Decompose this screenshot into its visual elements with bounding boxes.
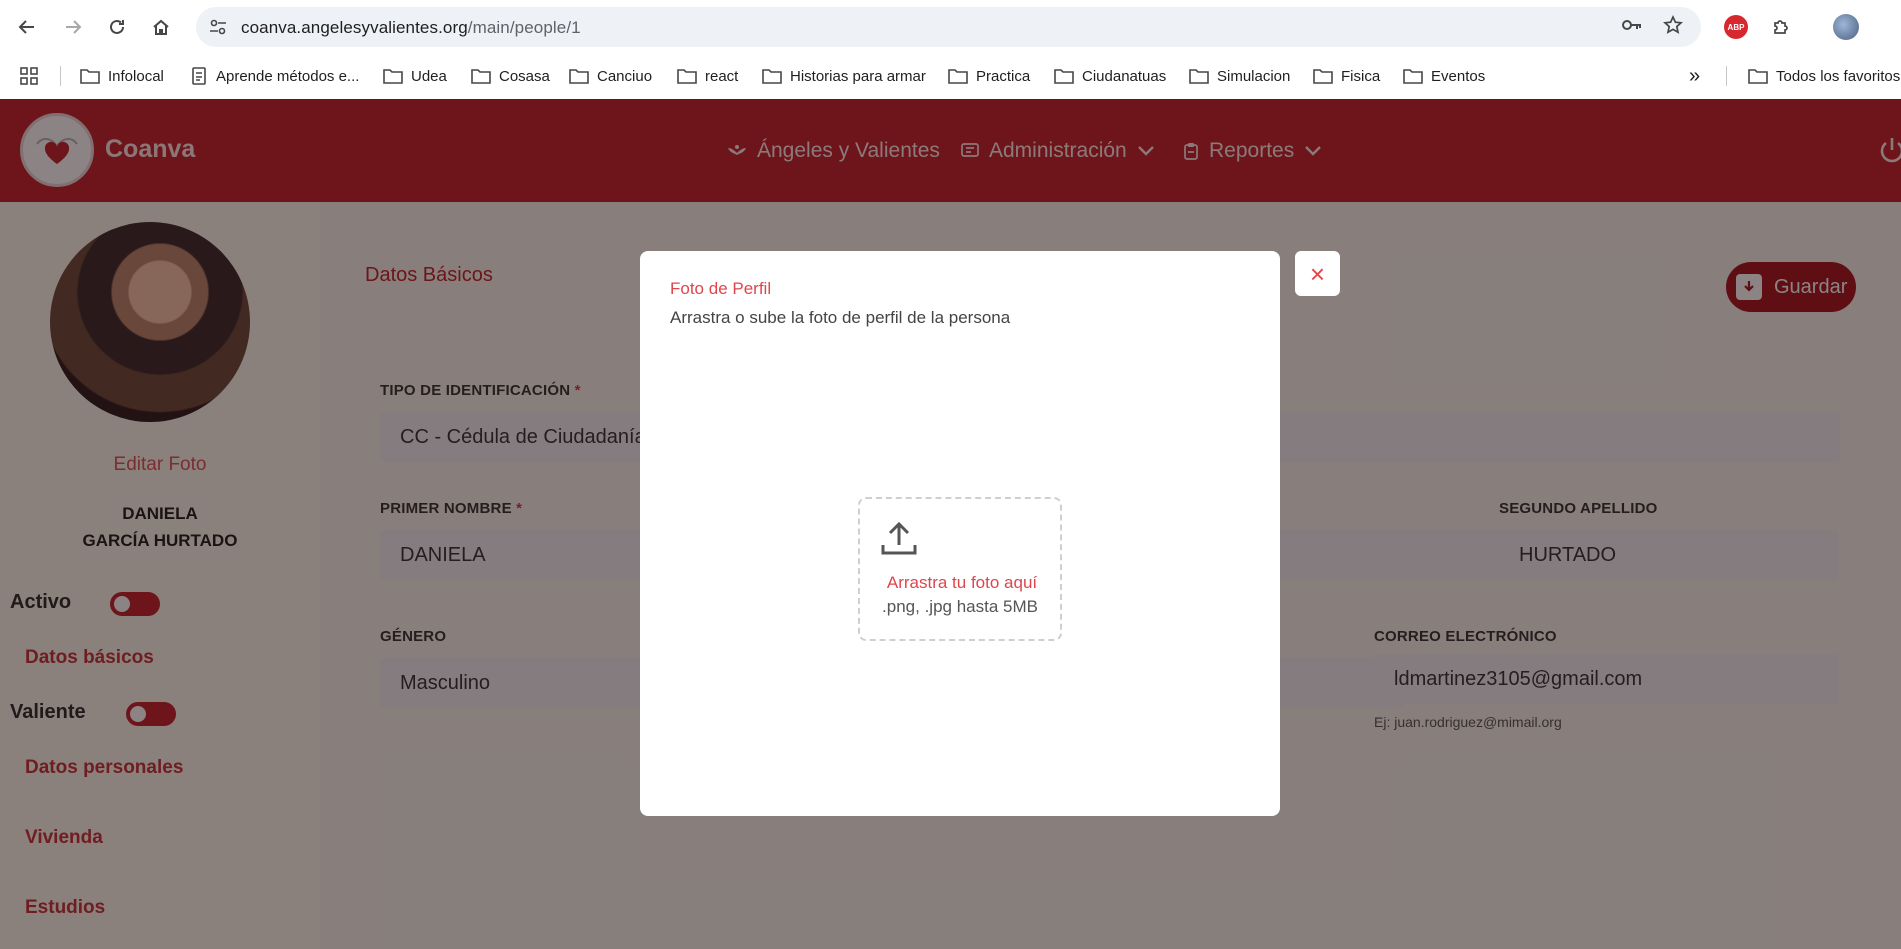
bookmark-label: Simulacion [1217, 67, 1291, 85]
folder-icon [80, 69, 100, 84]
bookmark-label: Fisica [1341, 67, 1381, 85]
url-text: coanva.angelesyvalientes.org/main/people… [241, 18, 581, 38]
reload-icon[interactable] [104, 14, 130, 40]
all-bookmarks-label: Todos los favoritos [1776, 67, 1901, 85]
bookmarks-divider [60, 66, 61, 86]
app-root: Coanva Ángeles y Valientes Administració… [0, 99, 1901, 949]
bookmark-label: Udea [411, 67, 447, 85]
upload-icon [880, 521, 918, 562]
folder-icon [762, 69, 782, 84]
folder-icon [383, 69, 403, 84]
folder-icon [1189, 69, 1209, 84]
home-icon[interactable] [148, 14, 174, 40]
apps-grid-icon[interactable] [20, 63, 38, 89]
bookmark-item[interactable]: Eventos [1403, 63, 1485, 89]
url-host: coanva.angelesyvalientes.org [241, 18, 468, 37]
key-icon[interactable] [1621, 16, 1643, 39]
back-icon[interactable] [14, 14, 40, 40]
bookmark-label: Infolocal [108, 67, 164, 85]
url-path: /main/people/1 [467, 18, 581, 37]
bookmark-label: Ciudanatuas [1082, 67, 1167, 85]
bookmark-item[interactable]: react [677, 63, 738, 89]
forward-icon[interactable] [60, 14, 86, 40]
folder-icon [1403, 69, 1423, 84]
folder-icon [1313, 69, 1333, 84]
bookmark-label: Eventos [1431, 67, 1486, 85]
bookmark-label: Practica [976, 67, 1031, 85]
all-bookmarks-folder[interactable]: Todos los favoritos [1748, 63, 1900, 89]
bookmark-item[interactable]: Simulacion [1189, 63, 1290, 89]
bookmark-label: react [705, 67, 739, 85]
modal-close-button[interactable]: × [1295, 251, 1340, 296]
profile-avatar[interactable] [1833, 14, 1859, 40]
folder-icon [569, 69, 589, 84]
bookmarks-overflow-button[interactable]: » [1689, 63, 1700, 89]
bookmark-item[interactable]: Practica [948, 63, 1030, 89]
folder-icon [471, 69, 491, 84]
bookmark-item[interactable]: Aprende métodos e... [190, 63, 359, 89]
adblock-extension-icon[interactable]: ABP [1723, 14, 1749, 40]
bookmark-item[interactable]: Historias para armar [762, 63, 926, 89]
page-icon [192, 67, 206, 85]
browser-toolbar: coanva.angelesyvalientes.org/main/people… [0, 0, 1901, 54]
folder-icon [948, 69, 968, 84]
address-bar[interactable]: coanva.angelesyvalientes.org/main/people… [196, 7, 1701, 47]
dropzone-main-text: Arrastra tu foto aquí [886, 573, 1038, 592]
folder-icon [1748, 69, 1768, 84]
bookmark-item[interactable]: Infolocal [80, 63, 164, 89]
bookmarks-divider-right [1726, 66, 1727, 86]
modal-description: Arrastra o sube la foto de perfil de la … [670, 308, 1011, 327]
modal-title: Foto de Perfil [670, 279, 772, 298]
bookmark-item[interactable]: Fisica [1313, 63, 1380, 89]
photo-dropzone[interactable]: Arrastra tu foto aquí .png, .jpg hasta 5… [858, 497, 1062, 641]
adblock-label: ABP [1724, 15, 1748, 39]
folder-icon [1054, 69, 1074, 84]
overflow-label: » [1689, 64, 1701, 87]
star-icon[interactable] [1663, 14, 1683, 40]
bookmark-label: Cosasa [499, 67, 550, 85]
site-settings-icon[interactable] [209, 18, 227, 41]
bookmark-item[interactable]: Udea [383, 63, 447, 89]
bookmark-item[interactable]: Ciudanatuas [1054, 63, 1166, 89]
bookmark-label: Aprende métodos e... [216, 67, 360, 85]
dropzone-sub-text: .png, .jpg hasta 5MB [882, 597, 1038, 616]
bookmarks-bar: Infolocal Aprende métodos e... Udea Cosasa C… [0, 54, 1901, 98]
profile-photo-modal: Foto de Perfil Arrastra o sube la foto d… [640, 251, 1280, 816]
bookmark-item[interactable]: Cosasa [471, 63, 550, 89]
extensions-icon[interactable] [1768, 14, 1794, 40]
close-icon: × [1309, 258, 1326, 289]
bookmark-item[interactable]: Canciuo [569, 63, 652, 89]
bookmark-label: Canciuo [597, 67, 653, 85]
bookmark-label: Historias para armar [790, 67, 926, 85]
folder-icon [677, 69, 697, 84]
